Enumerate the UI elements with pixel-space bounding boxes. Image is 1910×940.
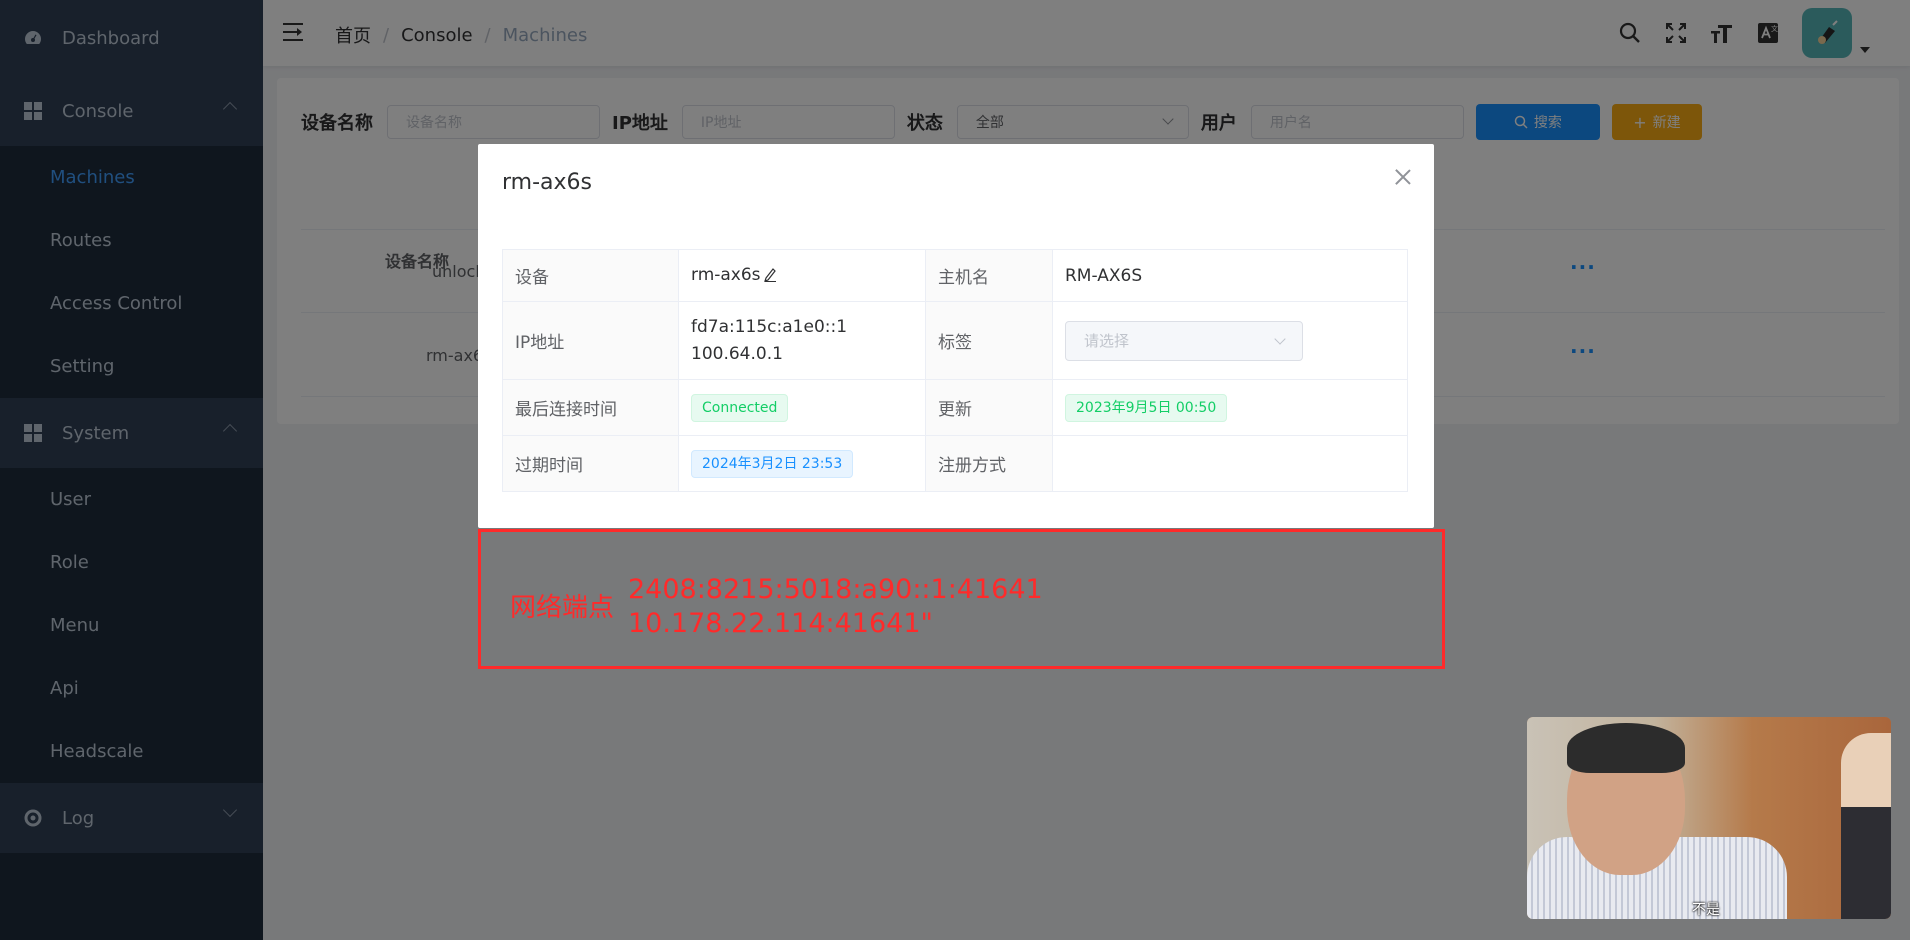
device-label: 设备 [502, 249, 679, 302]
updated-label: 更新 [925, 379, 1053, 436]
video-person-right-clothing [1841, 807, 1891, 919]
chevron-down-icon [1274, 332, 1286, 345]
endpoint-label: 网络端点 [510, 593, 615, 623]
expiry-value: 2024年3月2日 23:53 [678, 435, 926, 492]
tags-value: 请选择 [1052, 301, 1408, 380]
register-method-label: 注册方式 [925, 435, 1053, 492]
endpoint-ipv4: 10.178.22.114:41641" [628, 608, 933, 639]
endpoint-ipv6: 2408:8215:5018:a90::1:41641 [628, 574, 1043, 605]
endpoint-value: 2408:8215:5018:a90::1:41641 10.178.22.11… [628, 573, 1043, 641]
dialog-title: rm-ax6s [502, 170, 592, 195]
hostname-label: 主机名 [925, 249, 1053, 302]
updated-badge: 2023年9月5日 00:50 [1065, 393, 1228, 422]
ip-value: fd7a:115c:a1e0::1 100.64.0.1 [678, 301, 926, 380]
edit-icon[interactable] [763, 266, 777, 287]
device-name-text: rm-ax6s [691, 264, 761, 285]
ip-label: IP地址 [502, 301, 679, 380]
tags-placeholder: 请选择 [1084, 332, 1130, 350]
video-person-hair [1567, 723, 1685, 773]
tags-label: 标签 [925, 301, 1053, 380]
close-icon[interactable] [1394, 168, 1412, 186]
machine-detail-dialog: rm-ax6s 设备 rm-ax6s 主机名 RM-AX6S IP地址 fd7a… [478, 144, 1434, 528]
updated-value: 2023年9月5日 00:50 [1052, 379, 1408, 436]
tags-select[interactable]: 请选择 [1065, 320, 1303, 361]
ipv6-address: fd7a:115c:a1e0::1 [691, 316, 848, 337]
register-method-value [1052, 435, 1408, 492]
expiry-badge: 2024年3月2日 23:53 [691, 449, 854, 478]
device-value: rm-ax6s [678, 249, 926, 302]
last-seen-label: 最后连接时间 [502, 379, 679, 436]
video-subtitle: 不是 [1692, 902, 1720, 918]
expiry-label: 过期时间 [502, 435, 679, 492]
ipv4-address: 100.64.0.1 [691, 343, 783, 364]
video-overlay[interactable]: 不是 [1527, 717, 1891, 919]
status-badge: Connected [691, 393, 789, 422]
last-seen-value: Connected [678, 379, 926, 436]
hostname-value: RM-AX6S [1052, 249, 1408, 302]
machine-descriptions: 设备 rm-ax6s 主机名 RM-AX6S IP地址 fd7a:115c:a1… [502, 249, 1408, 492]
